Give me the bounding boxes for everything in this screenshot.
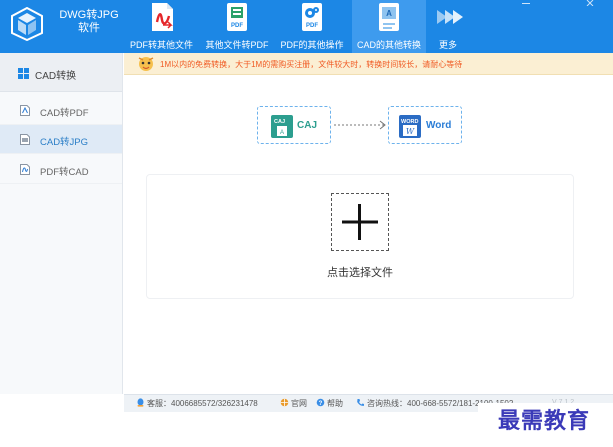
caj-file-icon: CAJ A [271,115,293,138]
source-format-box: CAJ A CAJ [257,106,331,144]
tab-pdf-other-ops[interactable]: PDF PDF的其他操作 [276,0,348,53]
sidebar: CAD转换 CAD转PDF CAD转JPG PDF转CAD [0,53,123,394]
tab-other-to-pdf[interactable]: PDF 其他文件转PDF [201,0,273,53]
sidebar-item-label: CAD转PDF [40,108,89,119]
grid-icon [18,68,29,79]
help-icon: ? [316,398,325,407]
sidebar-item-cad-to-jpg[interactable]: CAD转JPG [0,125,122,154]
website-link[interactable]: 官网 [280,398,307,410]
svg-text:PDF: PDF [231,23,243,29]
tab-more[interactable]: 更多 [428,0,468,53]
target-format-box: WORD W Word [388,106,462,144]
svg-text:A: A [386,9,392,18]
jpg-file-icon [20,134,30,145]
watermark: 最需教育 [478,403,613,447]
pdf-settings-icon: PDF [302,3,322,31]
tab-label: PDF的其他操作 [280,40,344,50]
qq-icon [137,398,144,407]
top-toolbar: DWG转JPG软件 PDF转其他文件 PDF 其他文件转PDF PDF PDF的… [0,0,613,53]
sidebar-header: CAD转换 [0,53,122,92]
website-link-text: 官网 [291,399,307,408]
phone-icon [357,399,364,406]
source-format-label: CAJ [297,120,318,131]
sidebar-item-label: CAD转JPG [40,137,89,148]
minimize-icon[interactable] [520,0,532,6]
file-to-pdf-icon: PDF [227,3,247,31]
notice-text: 1M以内的免费转换，大于1M的需购买注册，文件较大时，转换时间较长，请耐心等待 [160,60,463,69]
app-title: DWG转JPG软件 [59,9,119,34]
qq-contact[interactable]: 客服：4006685572/326231478 [136,398,258,410]
word-file-icon: WORD W [399,115,421,138]
pdf-file-icon [20,105,30,116]
watermark-text: 最需教育 [498,408,591,434]
sidebar-item-label: PDF转CAD [40,167,89,178]
target-format-label: Word [426,120,452,131]
cad-convert-icon: A [379,3,399,31]
tab-label: 更多 [438,40,457,50]
sidebar-item-cad-to-pdf[interactable]: CAD转PDF [0,96,122,125]
arrow-right-icon [334,120,386,130]
plus-icon [342,204,378,240]
sidebar-item-pdf-to-cad[interactable]: PDF转CAD [0,155,122,184]
qq-contact-text: 客服：4006685572/326231478 [147,399,258,408]
sidebar-header-label: CAD转换 [35,71,77,82]
pdf-export-icon [151,3,173,31]
tab-label: 其他文件转PDF [205,40,269,50]
more-arrows-icon [437,10,463,24]
tab-label: PDF转其他文件 [129,40,193,50]
word-glyph-text: W [406,127,415,136]
globe-icon [280,398,289,407]
app-logo-icon [11,7,43,41]
add-file-label[interactable]: 点击选择文件 [310,264,410,280]
close-icon[interactable] [584,0,596,6]
svg-text:A: A [280,130,284,136]
svg-text:?: ? [319,401,323,407]
tab-label: CAD的其他转换 [356,40,421,50]
bottom-blank [0,412,478,447]
word-badge-text: WORD [401,119,418,125]
svg-text:PDF: PDF [306,23,318,29]
help-link[interactable]: ? 帮助 [316,398,343,410]
tab-cad-other-convert[interactable]: A CAD的其他转换 [352,0,426,53]
mascot-icon [138,57,154,71]
notice-bar: 1M以内的免费转换，大于1M的需购买注册，文件较大时，转换时间较长，请耐心等待 [124,53,613,75]
pdf-file-icon [20,164,30,175]
tab-pdf-to-other[interactable]: PDF转其他文件 [124,0,199,53]
caj-badge-text: CAJ [274,119,285,125]
add-file-button[interactable] [331,193,389,251]
help-link-text: 帮助 [327,399,343,408]
